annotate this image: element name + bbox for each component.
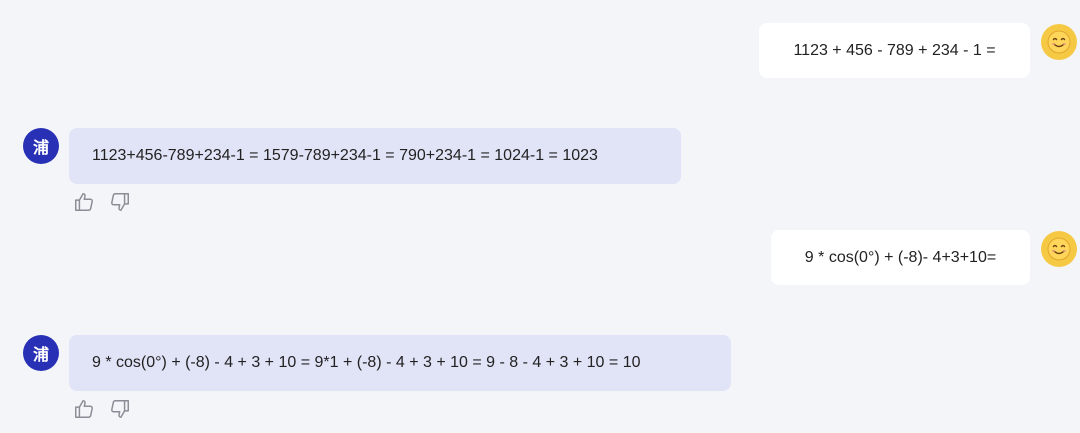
message-feedback — [73, 191, 131, 213]
user-message-bubble: 1123 + 456 - 789 + 234 - 1 = — [759, 23, 1030, 78]
assistant-message-bubble: 9 * cos(0°) + (-8) - 4 + 3 + 10 = 9*1 + … — [69, 335, 731, 391]
assistant-avatar: 浦 — [23, 128, 59, 164]
assistant-message-text: 9 * cos(0°) + (-8) - 4 + 3 + 10 = 9*1 + … — [92, 354, 641, 371]
smiley-face-icon — [1047, 237, 1071, 261]
message-feedback — [73, 398, 131, 420]
assistant-message: 浦 9 * cos(0°) + (-8) - 4 + 3 + 10 = 9*1 … — [0, 335, 1080, 430]
thumbs-up-icon[interactable] — [73, 191, 95, 213]
user-message: 9 * cos(0°) + (-8)- 4+3+10= — [0, 230, 1080, 290]
user-avatar — [1041, 231, 1077, 267]
user-message-text: 9 * cos(0°) + (-8)- 4+3+10= — [804, 248, 997, 266]
assistant-message-bubble: 1123+456-789+234-1 = 1579-789+234-1 = 79… — [69, 128, 681, 184]
user-avatar — [1041, 24, 1077, 60]
thumbs-down-icon[interactable] — [109, 191, 131, 213]
assistant-message-text: 1123+456-789+234-1 = 1579-789+234-1 = 79… — [92, 147, 598, 164]
user-message-text: 1123 + 456 - 789 + 234 - 1 = — [793, 41, 996, 59]
thumbs-down-icon[interactable] — [109, 398, 131, 420]
assistant-avatar: 浦 — [23, 335, 59, 371]
smiley-face-icon — [1047, 30, 1071, 54]
thumbs-up-icon[interactable] — [73, 398, 95, 420]
user-message: 1123 + 456 - 789 + 234 - 1 = — [0, 23, 1080, 83]
chat-conversation: 1123 + 456 - 789 + 234 - 1 = 浦 1123+456-… — [0, 0, 1080, 433]
assistant-message: 浦 1123+456-789+234-1 = 1579-789+234-1 = … — [0, 128, 1080, 223]
user-message-bubble: 9 * cos(0°) + (-8)- 4+3+10= — [771, 230, 1030, 285]
